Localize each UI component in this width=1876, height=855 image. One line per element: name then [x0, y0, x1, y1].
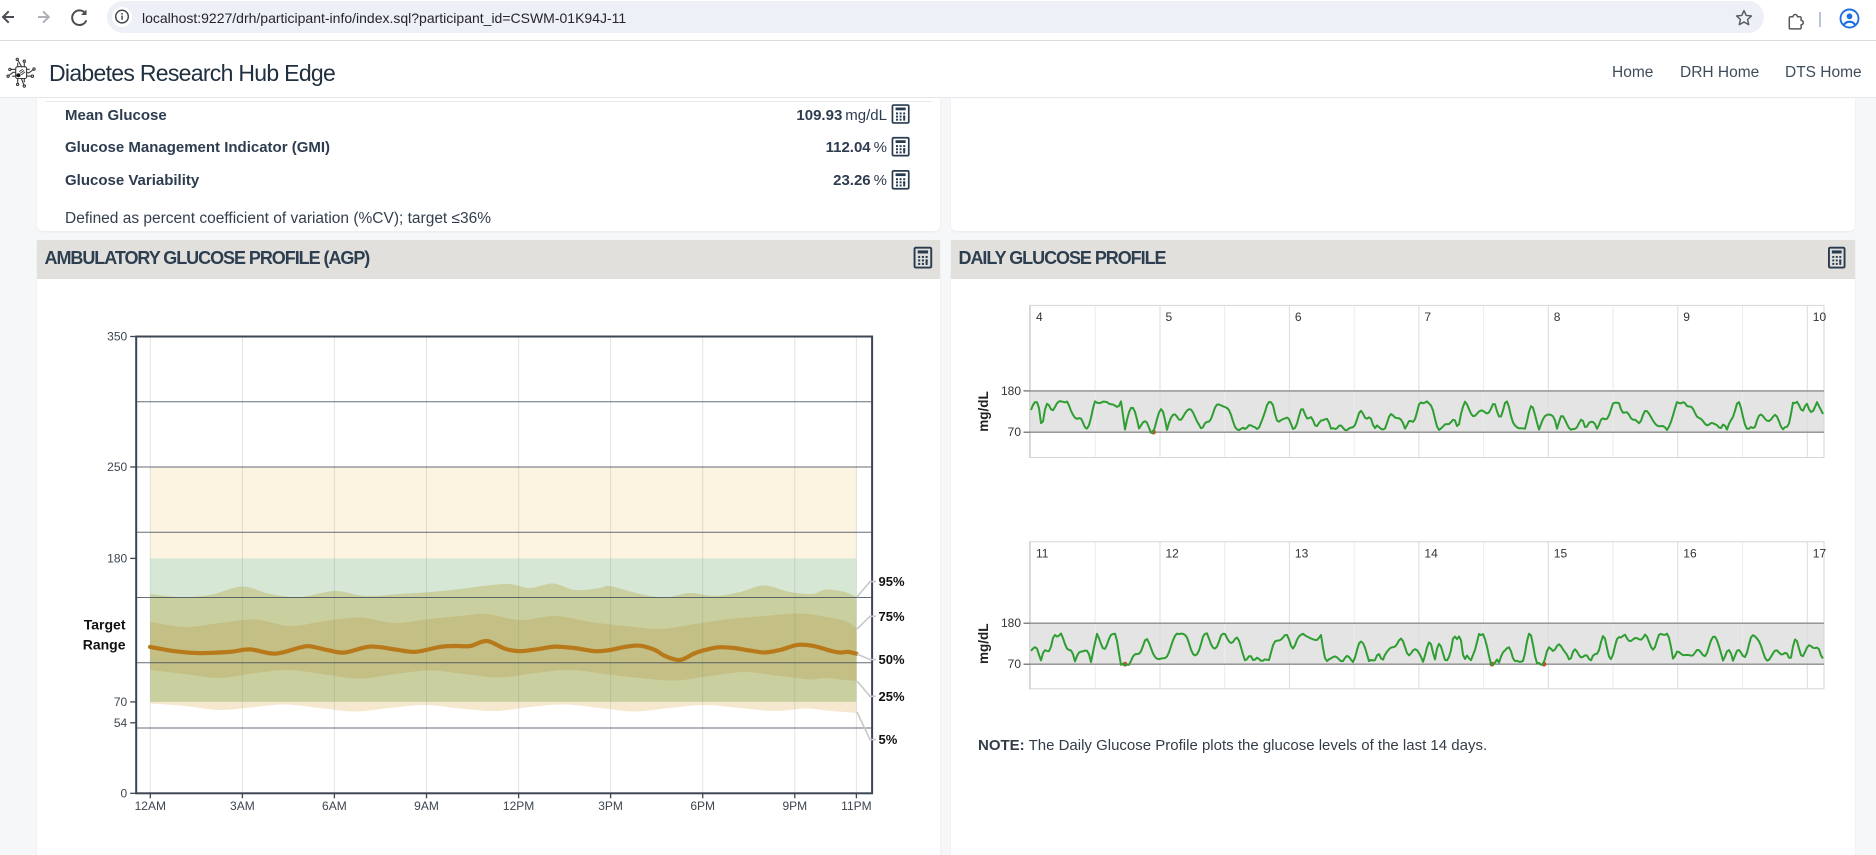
svg-text:7: 7 [1424, 310, 1431, 324]
svg-text:3PM: 3PM [598, 799, 623, 813]
svg-text:6PM: 6PM [690, 799, 715, 813]
svg-text:10: 10 [1813, 310, 1827, 324]
svg-text:11: 11 [1036, 546, 1049, 560]
svg-text:6AM: 6AM [322, 799, 347, 813]
svg-text:180: 180 [1001, 616, 1021, 630]
svg-text:350: 350 [107, 330, 127, 344]
svg-text:11PM: 11PM [841, 799, 871, 813]
svg-text:9AM: 9AM [414, 799, 439, 813]
svg-text:9PM: 9PM [782, 799, 807, 813]
svg-text:Range: Range [83, 637, 126, 653]
svg-text:75%: 75% [879, 609, 905, 624]
svg-text:mg/dL: mg/dL [976, 391, 991, 432]
svg-text:5%: 5% [879, 732, 898, 747]
svg-text:70: 70 [1008, 425, 1022, 439]
svg-text:16: 16 [1683, 546, 1697, 560]
svg-text:17: 17 [1813, 546, 1827, 560]
svg-text:0: 0 [121, 786, 128, 800]
svg-text:25%: 25% [879, 689, 905, 704]
svg-text:5: 5 [1166, 310, 1173, 324]
svg-text:3AM: 3AM [230, 799, 255, 813]
svg-text:70: 70 [114, 695, 128, 709]
svg-text:mg/dL: mg/dL [976, 623, 991, 664]
svg-text:70: 70 [1008, 657, 1022, 671]
svg-text:4: 4 [1036, 310, 1043, 324]
svg-text:Target: Target [84, 617, 126, 633]
svg-text:6: 6 [1295, 310, 1302, 324]
svg-text:12: 12 [1166, 546, 1180, 560]
svg-text:12AM: 12AM [135, 799, 166, 813]
svg-text:180: 180 [107, 551, 127, 565]
svg-text:180: 180 [1001, 384, 1021, 398]
svg-text:12PM: 12PM [503, 799, 534, 813]
svg-text:95%: 95% [879, 574, 905, 589]
svg-text:14: 14 [1424, 546, 1438, 560]
svg-text:54: 54 [114, 716, 128, 730]
svg-text:9: 9 [1683, 310, 1690, 324]
svg-text:8: 8 [1554, 310, 1561, 324]
svg-text:50%: 50% [879, 652, 905, 667]
svg-text:250: 250 [107, 460, 127, 474]
svg-text:13: 13 [1295, 546, 1309, 560]
svg-text:15: 15 [1554, 546, 1568, 560]
